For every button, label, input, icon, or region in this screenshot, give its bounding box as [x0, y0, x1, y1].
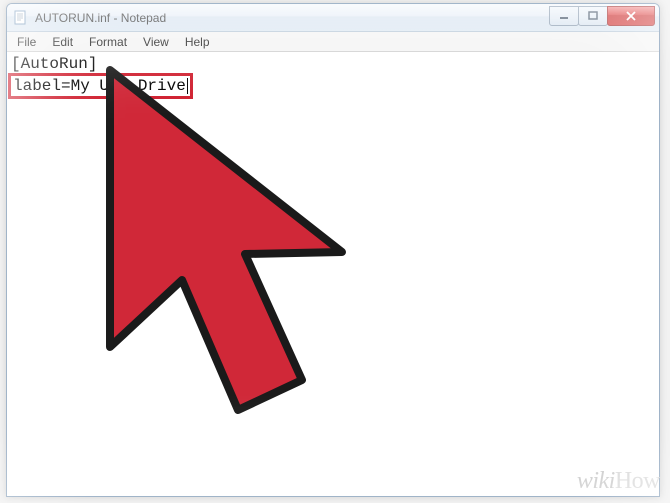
annotation-highlight: label=My USB Drive — [8, 73, 193, 99]
watermark: wikiHow — [577, 468, 660, 495]
maximize-button[interactable] — [578, 6, 608, 26]
menu-edit[interactable]: Edit — [44, 33, 81, 51]
titlebar[interactable]: AUTORUN.inf - Notepad — [7, 4, 659, 32]
menu-help[interactable]: Help — [177, 33, 218, 51]
menubar: File Edit Format View Help — [7, 32, 659, 52]
notepad-window: AUTORUN.inf - Notepad File Edit Format V… — [6, 3, 660, 497]
watermark-part2: How — [615, 468, 660, 494]
window-title: AUTORUN.inf - Notepad — [33, 11, 550, 25]
watermark-part1: wiki — [577, 468, 615, 494]
text-area[interactable]: [AutoRun] label=My USB Drive — [7, 52, 659, 496]
window-controls — [550, 6, 655, 26]
menu-view[interactable]: View — [135, 33, 177, 51]
notepad-icon — [13, 10, 29, 26]
minimize-button[interactable] — [549, 6, 579, 26]
menu-file[interactable]: File — [9, 33, 44, 51]
text-line-2: label=My USB Drive — [13, 77, 186, 95]
close-button[interactable] — [607, 6, 655, 26]
text-caret — [187, 78, 188, 94]
menu-format[interactable]: Format — [81, 33, 135, 51]
text-line-1: [AutoRun] — [11, 54, 655, 74]
